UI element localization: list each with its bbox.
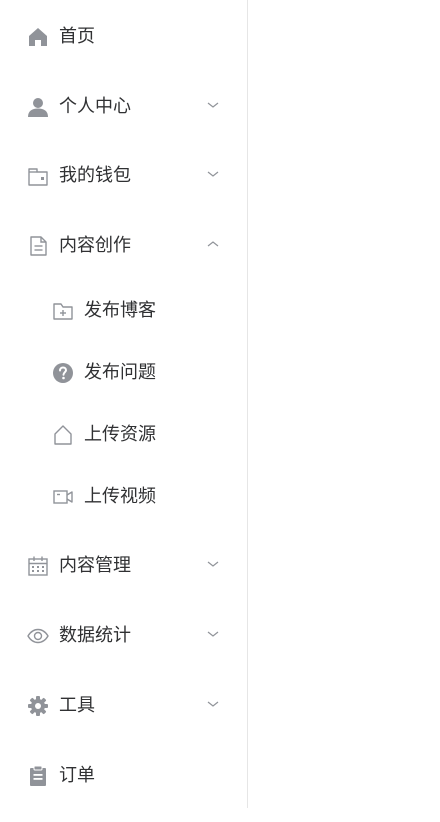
submenu-label-upload-resource: 上传资源	[84, 424, 156, 445]
video-camera-icon	[53, 490, 73, 504]
sidebar-menu: 首页 个人中心 我的钱包 内容创作 发布博客 发布问题 上传资源 上传视频 内容…	[0, 0, 248, 808]
home-icon	[29, 28, 47, 46]
menu-item-data-stats[interactable]: 数据统计	[0, 608, 247, 664]
submenu-label-publish-blog: 发布博客	[84, 300, 156, 321]
menu-label-orders: 订单	[59, 765, 95, 786]
menu-label-content-manage: 内容管理	[59, 555, 131, 576]
user-icon	[28, 98, 48, 117]
submenu-item-publish-question[interactable]: 发布问题	[0, 348, 247, 398]
calendar-icon	[28, 556, 48, 576]
submenu-item-upload-video[interactable]: 上传视频	[0, 472, 247, 522]
gear-icon	[28, 696, 48, 716]
chevron-up-icon[interactable]	[206, 239, 220, 249]
menu-label-home: 首页	[59, 26, 95, 47]
house-outline-icon	[54, 425, 72, 445]
menu-item-personal[interactable]: 个人中心	[0, 79, 247, 135]
folder-add-icon	[53, 303, 73, 320]
question-icon	[53, 363, 73, 383]
menu-item-home[interactable]: 首页	[0, 9, 247, 65]
chevron-down-icon[interactable]	[206, 559, 220, 569]
menu-item-content-manage[interactable]: 内容管理	[0, 538, 247, 594]
menu-item-wallet[interactable]: 我的钱包	[0, 148, 247, 204]
menu-label-personal: 个人中心	[59, 96, 131, 117]
menu-item-content-create[interactable]: 内容创作	[0, 218, 247, 274]
clipboard-icon	[30, 765, 46, 786]
submenu-item-upload-resource[interactable]: 上传资源	[0, 410, 247, 460]
main-content-area	[248, 0, 440, 822]
chevron-down-icon[interactable]	[206, 100, 220, 110]
document-icon	[30, 236, 47, 256]
menu-item-tools[interactable]: 工具	[0, 678, 247, 734]
submenu-item-publish-blog[interactable]: 发布博客	[0, 286, 247, 336]
menu-label-tools: 工具	[59, 695, 95, 716]
menu-label-content-create: 内容创作	[59, 235, 131, 256]
chevron-down-icon[interactable]	[206, 169, 220, 179]
wallet-icon	[28, 168, 48, 186]
submenu-label-publish-question: 发布问题	[84, 362, 156, 383]
menu-label-wallet: 我的钱包	[59, 165, 131, 186]
submenu-label-upload-video: 上传视频	[84, 486, 156, 507]
eye-icon	[27, 628, 49, 644]
menu-label-data-stats: 数据统计	[59, 625, 131, 646]
chevron-down-icon[interactable]	[206, 699, 220, 709]
chevron-down-icon[interactable]	[206, 629, 220, 639]
menu-item-orders[interactable]: 订单	[0, 748, 247, 804]
